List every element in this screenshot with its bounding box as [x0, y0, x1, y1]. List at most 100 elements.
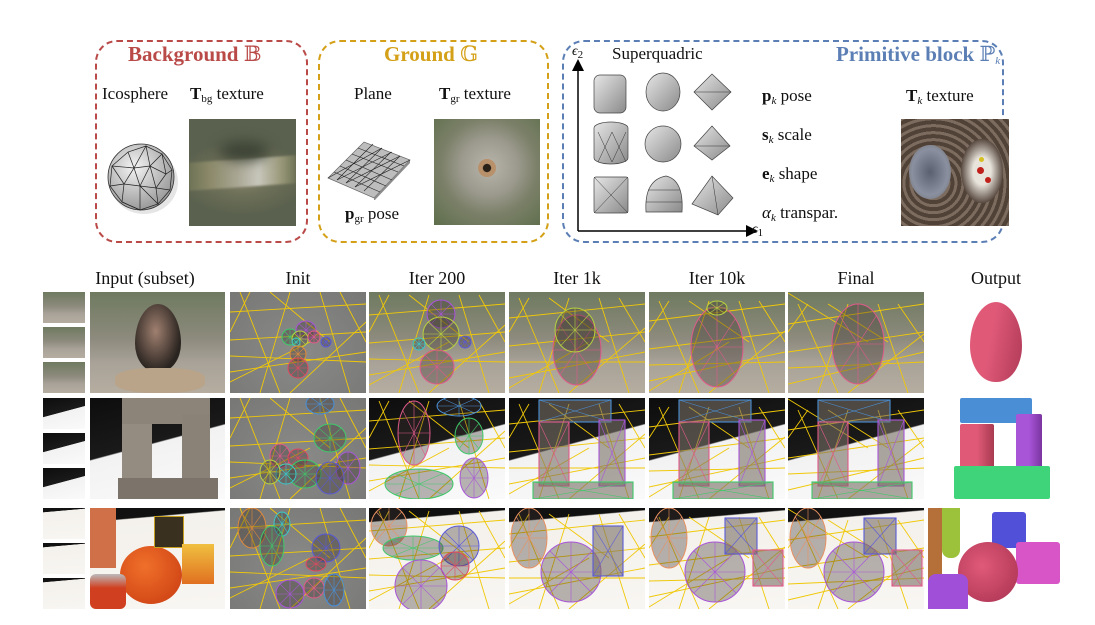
- primitive-blob: [422, 316, 460, 352]
- primitive-blob: [789, 508, 827, 569]
- output-render-egg: [928, 292, 1064, 393]
- primitive-blob: [382, 535, 444, 561]
- primitive-box: [592, 525, 624, 577]
- ground-mesh-line: [897, 303, 924, 343]
- primitive-blob: [412, 337, 426, 351]
- plane-label: Plane: [354, 84, 392, 103]
- egg-object: [135, 304, 181, 372]
- ground-mesh-line: [230, 409, 366, 419]
- param-pose: pk pose: [762, 86, 812, 107]
- stage-iter1k-stone-arch: [509, 398, 645, 499]
- bg-texture-symbol: T: [190, 84, 202, 103]
- stage-iter10k-pumpkin: [649, 508, 785, 609]
- bg-texture-sub: bg: [201, 93, 213, 105]
- wireframe-overlay: [230, 398, 366, 499]
- input-image-egg: [90, 292, 225, 393]
- primitive-symbol: ℙk: [979, 42, 1001, 67]
- gr-texture-text: texture: [463, 84, 511, 103]
- gr-texture-symbol: T: [439, 84, 451, 103]
- k-texture-label: Tk texture: [906, 86, 974, 107]
- stone-right: [182, 414, 210, 484]
- primitive-blob: [650, 508, 688, 569]
- output-render-pumpkin: [928, 508, 1064, 609]
- primitive-box: [678, 421, 710, 487]
- output-egg-primitive: [970, 302, 1022, 382]
- wireframe-overlay: [788, 508, 924, 609]
- wireframe-overlay: [369, 508, 505, 609]
- primitive-box: [811, 481, 913, 499]
- input-thumbnail: [43, 508, 85, 539]
- shape-halfdome: [645, 175, 683, 213]
- stage-iter200-pumpkin: [369, 508, 505, 609]
- ground-mesh-line: [230, 571, 366, 579]
- param-scale: sk scale: [762, 125, 812, 146]
- plane-icon: [326, 140, 411, 200]
- ground-symbol: 𝔾: [460, 42, 479, 66]
- primitive-box: [863, 517, 897, 555]
- primitive-box: [817, 421, 849, 487]
- primitive-box: [738, 419, 766, 487]
- wireframe-overlay: [788, 398, 924, 499]
- primitive-blob: [259, 459, 281, 485]
- input-thumbnail: [43, 543, 85, 574]
- gr-texture-sub: gr: [450, 93, 460, 105]
- wireframe-overlay: [369, 294, 505, 393]
- ground-mesh-line: [230, 303, 366, 313]
- primitive-title-text: Primitive block: [836, 42, 975, 66]
- tea-box: [154, 516, 184, 548]
- superquadric-shapes: [588, 70, 753, 220]
- gr-pose-sub: gr: [354, 213, 364, 225]
- wireframe-overlay: [509, 399, 645, 499]
- shape-rounded-box: [593, 74, 627, 114]
- gr-pose-label: pgr pose: [345, 204, 399, 225]
- primitive-blob: [459, 457, 489, 499]
- input-thumbnail: [43, 468, 85, 499]
- shape-sphere: [644, 125, 682, 163]
- primitive-blob: [303, 577, 325, 599]
- primitive-blob: [313, 423, 347, 453]
- primitive-blob: [540, 541, 602, 603]
- axis-epsilon1-label: ϵ1: [752, 222, 764, 239]
- wireframe-overlay: [649, 399, 785, 499]
- shape-sphere-soft: [645, 72, 681, 112]
- wireframe-overlay: [230, 508, 366, 609]
- input-image-stone-arch: [90, 398, 225, 499]
- primitive-blob: [275, 579, 305, 609]
- output-pink-box: [1016, 542, 1060, 584]
- param-transparency: αk transpar.: [762, 203, 839, 224]
- primitive-blob: [458, 335, 472, 349]
- column-header-final: Final: [837, 268, 875, 288]
- ground-mesh-line: [788, 303, 809, 333]
- primitive-blob: [706, 300, 728, 316]
- primitive-blob: [831, 303, 885, 385]
- can-object: [90, 574, 126, 609]
- primitive-box: [724, 517, 758, 555]
- primitive-box: [672, 481, 774, 499]
- column-header-output: Output: [970, 268, 1021, 288]
- primitive-blob: [690, 306, 744, 388]
- stage-iter10k-egg: [649, 292, 785, 393]
- stage-iter1k-egg: [509, 292, 645, 393]
- input-thumbnail: [43, 578, 85, 609]
- primitive-blob: [454, 417, 484, 455]
- ground-title-text: Ground: [384, 42, 455, 66]
- primitive-box: [891, 549, 923, 587]
- wireframe-overlay: [649, 300, 785, 393]
- primitive-blob: [510, 508, 548, 569]
- stage-init-egg: [230, 292, 366, 393]
- primitive-box: [877, 419, 905, 487]
- bag-object: [90, 508, 116, 568]
- output-base-block: [954, 466, 1050, 499]
- column-header-iter10k: Iter 10k: [688, 268, 746, 288]
- wireframe-overlay: [788, 292, 924, 393]
- stage-final-pumpkin: [788, 508, 924, 609]
- primitive-blob: [315, 461, 345, 495]
- wireframe-overlay: [509, 297, 645, 393]
- output-brown-block: [928, 508, 942, 583]
- stage-final-egg: [788, 292, 924, 393]
- pumpkin-object: [120, 546, 182, 604]
- column-header-init: Init: [285, 268, 311, 288]
- primitive-blob: [305, 556, 327, 572]
- primitive-blob: [287, 357, 309, 379]
- primitive-blob: [436, 398, 482, 417]
